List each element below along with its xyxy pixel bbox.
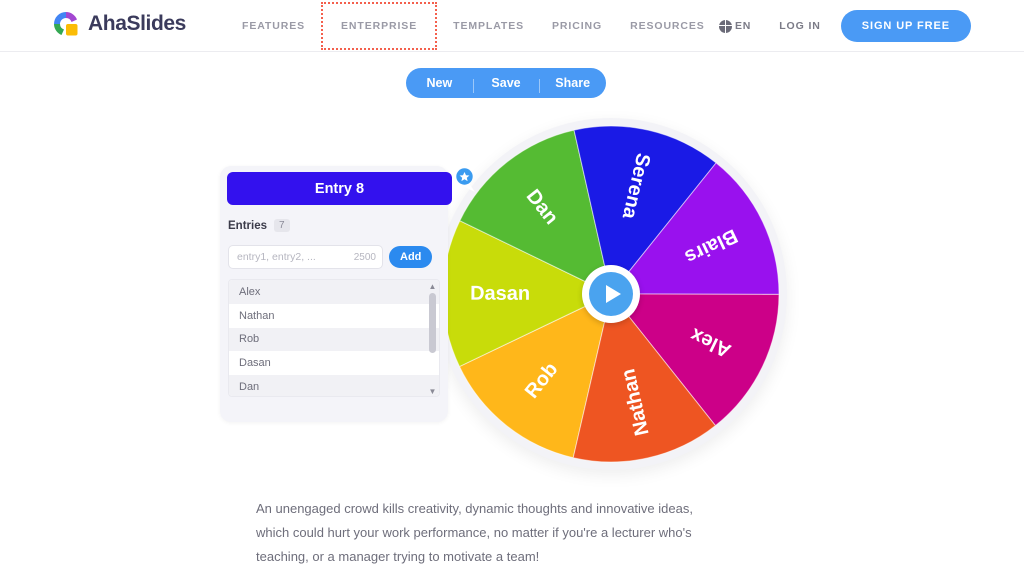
entries-header: Entries 7 bbox=[228, 219, 290, 232]
language-label: EN bbox=[735, 20, 752, 32]
entries-list[interactable]: Alex Nathan Rob Dasan Dan ▲ ▼ bbox=[228, 279, 440, 397]
new-button[interactable]: New bbox=[406, 76, 473, 90]
add-entry-button[interactable]: Add bbox=[389, 246, 433, 268]
nav-item-resources[interactable]: RESOURCES bbox=[616, 2, 719, 50]
chevron-up-icon[interactable]: ▲ bbox=[428, 282, 437, 291]
login-link[interactable]: LOG IN bbox=[779, 20, 821, 32]
list-item[interactable]: Rob bbox=[229, 327, 439, 352]
nav-item-pricing[interactable]: PRICING bbox=[538, 2, 616, 50]
entry-input[interactable] bbox=[235, 250, 350, 264]
list-item[interactable]: Alex bbox=[229, 280, 439, 304]
globe-icon bbox=[719, 19, 732, 33]
spin-button[interactable] bbox=[582, 265, 640, 323]
caption-text: An unengaged crowd kills creativity, dyn… bbox=[256, 501, 693, 564]
header-actions: EN LOG IN SIGN UP FREE bbox=[719, 0, 971, 52]
nav-item-templates[interactable]: TEMPLATES bbox=[439, 2, 538, 50]
nav-item-features[interactable]: FEATURES bbox=[228, 2, 319, 50]
logo[interactable]: AhaSlides bbox=[53, 11, 186, 37]
entries-list-scrollbar[interactable]: ▲ ▼ bbox=[428, 282, 437, 396]
chevron-down-icon[interactable]: ▼ bbox=[428, 387, 437, 396]
entry-banner[interactable]: Entry 8 bbox=[227, 172, 452, 205]
language-switcher[interactable]: EN bbox=[719, 19, 752, 33]
scrollbar-thumb[interactable] bbox=[429, 293, 436, 353]
list-item[interactable]: Dan bbox=[229, 375, 439, 396]
save-button[interactable]: Save bbox=[472, 76, 540, 93]
signup-button[interactable]: SIGN UP FREE bbox=[840, 10, 971, 42]
logo-text: AhaSlides bbox=[88, 12, 186, 35]
site-header: AhaSlides FEATURES ENTERPRISE TEMPLATES … bbox=[0, 0, 1024, 52]
entry-input-row: 2500 Add bbox=[228, 245, 433, 269]
star-pin-icon bbox=[452, 163, 485, 196]
entries-label: Entries bbox=[228, 219, 267, 232]
wheel-toolbar: New Save Share bbox=[406, 68, 606, 98]
nav-item-enterprise[interactable]: ENTERPRISE bbox=[321, 2, 438, 50]
ahaslides-logo-icon bbox=[53, 11, 79, 37]
entries-panel: Entry 8 Entries 7 2500 Add AlexNathanRob… bbox=[220, 166, 452, 422]
entry-input-wrapper[interactable]: 2500 bbox=[228, 245, 383, 269]
list-item[interactable]: Nathan bbox=[229, 304, 439, 328]
spinner-wheel[interactable]: Rob Dasan Dan Serena Blairs Alex Nathan bbox=[427, 110, 795, 478]
share-button[interactable]: Share bbox=[539, 76, 606, 93]
play-icon bbox=[589, 272, 633, 316]
list-item[interactable]: Dasan bbox=[229, 351, 439, 375]
char-limit-label: 2500 bbox=[353, 251, 376, 263]
entries-count-badge: 7 bbox=[274, 219, 290, 232]
wheel-segment-label: Dasan bbox=[470, 283, 530, 305]
main-navigation: FEATURES ENTERPRISE TEMPLATES PRICING RE… bbox=[228, 0, 719, 52]
